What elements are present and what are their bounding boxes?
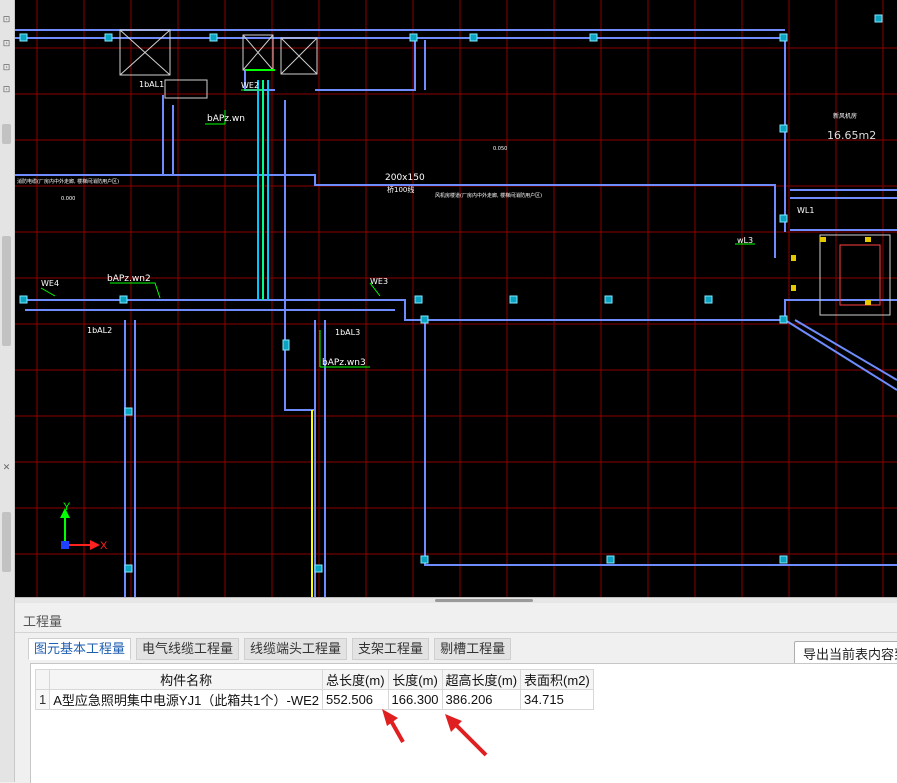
cell-over-height-length[interactable]: 386.206 [441, 689, 522, 710]
header-index [34, 669, 51, 690]
label-bapz1: bAPz.wn [207, 114, 245, 124]
quantity-table-area: 构件名称 总长度(m) 长度(m) 超高长度(m) 表面积(m2) 1 A型应急… [30, 663, 897, 783]
strip-icon-4[interactable]: ⊡ [1, 84, 12, 95]
tab-grooving-quantity[interactable]: 剔槽工程量 [434, 638, 512, 660]
label-al2: 1bAL2 [87, 326, 112, 335]
left-toolbar-strip: ⊡ ⊡ ⊡ ⊡ ✕ [0, 0, 15, 782]
cad-svg: 1bAL1 1bAL2 1bAL3 WE2 WE3 WE4 WL1 wL3 bA… [15, 0, 897, 597]
header-total-length[interactable]: 总长度(m) [322, 669, 389, 690]
header-surface-area[interactable]: 表面积(m2) [520, 669, 594, 690]
cell-component-name[interactable]: A型应急照明集中电源YJ1（此箱共1个）-WE2 [49, 689, 324, 710]
strip-scroll-thumb-upper[interactable] [2, 124, 11, 144]
label-bridge-sub: 桥100线 [387, 185, 414, 194]
cell-surface-area[interactable]: 34.715 [520, 689, 594, 710]
label-we2: WE2 [241, 81, 259, 90]
cell-index: 1 [34, 689, 51, 710]
cad-equipment [119, 29, 891, 316]
strip-icon-3[interactable]: ⊡ [1, 62, 12, 73]
strip-icon-2[interactable]: ⊡ [1, 38, 12, 49]
label-mark-0000: 0.000 [61, 196, 75, 202]
label-mark-0050: 0.050 [493, 146, 507, 152]
header-component-name[interactable]: 构件名称 [49, 669, 324, 690]
label-note2: 消防电缆(厂房内中外走廊, 楼梯间消防用户区) [17, 178, 119, 185]
strip-icon-1[interactable]: ⊡ [1, 14, 12, 25]
quantity-panel: 工程量 图元基本工程量 电气线缆工程量 线缆端头工程量 支架工程量 剔槽工程量 … [15, 603, 897, 783]
strip-close-icon[interactable]: ✕ [1, 462, 12, 473]
label-we3: WE3 [370, 277, 388, 286]
cad-walls [15, 29, 897, 597]
label-bridge-size: 200x150 [385, 173, 425, 183]
table-row[interactable]: 1 A型应急照明集中电源YJ1（此箱共1个）-WE2 552.506 166.3… [34, 689, 594, 710]
label-note1: 风机房楼道(厂房内中外走廊, 楼梯间消防用户区) [435, 192, 542, 199]
cad-nodes [19, 14, 883, 573]
label-bapz3: bAPz.wn3 [322, 358, 366, 368]
header-over-height-length[interactable]: 超高长度(m) [441, 669, 522, 690]
label-wl3: wL3 [737, 236, 753, 245]
cell-total-length[interactable]: 552.506 [322, 689, 389, 710]
tab-cable-quantity[interactable]: 电气线缆工程量 [136, 638, 240, 660]
cad-labels: 1bAL1 1bAL2 1bAL3 WE2 WE3 WE4 WL1 wL3 bA… [17, 80, 876, 368]
label-room-area: 16.65m2 [827, 129, 876, 142]
cad-drawing-canvas[interactable]: 1bAL1 1bAL2 1bAL3 WE2 WE3 WE4 WL1 wL3 bA… [15, 0, 897, 597]
splitter-handle[interactable] [435, 599, 533, 602]
label-al1: 1bAL1 [139, 80, 164, 89]
tab-basic-quantity[interactable]: 图元基本工程量 [28, 638, 132, 660]
table-header-row: 构件名称 总长度(m) 长度(m) 超高长度(m) 表面积(m2) [34, 669, 594, 690]
panel-divider [15, 632, 897, 633]
quantity-tabs: 图元基本工程量 电气线缆工程量 线缆端头工程量 支架工程量 剔槽工程量 [28, 638, 512, 660]
axis-y-label: Y [63, 501, 71, 513]
strip-scroll-thumb-lower[interactable] [2, 512, 11, 572]
strip-scroll-thumb-mid[interactable] [2, 236, 11, 346]
label-room-name: 新风机房 [833, 112, 857, 120]
cad-yellow-fixtures [791, 237, 871, 305]
label-al3: 1bAL3 [335, 328, 360, 337]
cad-risers [245, 69, 313, 597]
label-bapz2: bAPz.wn2 [107, 274, 151, 284]
label-we4: WE4 [41, 279, 59, 288]
cad-grid [15, 0, 897, 597]
header-length[interactable]: 长度(m) [387, 669, 443, 690]
tab-bracket-quantity[interactable]: 支架工程量 [352, 638, 430, 660]
tab-cable-terminal-quantity[interactable]: 线缆端头工程量 [244, 638, 348, 660]
cell-length[interactable]: 166.300 [387, 689, 443, 710]
quantity-table: 构件名称 总长度(m) 长度(m) 超高长度(m) 表面积(m2) 1 A型应急… [34, 669, 594, 710]
axis-x-label: X [100, 540, 108, 552]
label-wl1: WL1 [797, 206, 814, 215]
panel-title: 工程量 [23, 614, 63, 629]
